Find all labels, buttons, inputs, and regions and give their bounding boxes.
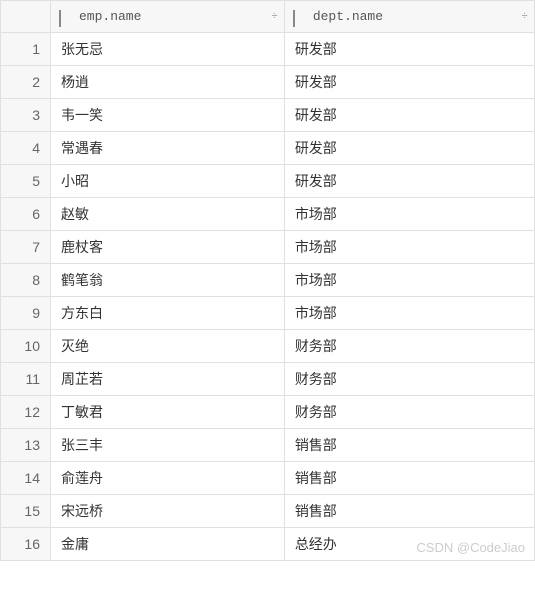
column-label: dept.name <box>313 9 383 24</box>
cell-dept-name[interactable]: 研发部 <box>284 66 534 99</box>
cell-dept-name[interactable]: 市场部 <box>284 297 534 330</box>
table-row[interactable]: 15 宋远桥 销售部 <box>1 495 535 528</box>
table-row[interactable]: 9 方东白 市场部 <box>1 297 535 330</box>
table-row[interactable]: 10 灭绝 财务部 <box>1 330 535 363</box>
column-label: emp.name <box>79 9 141 24</box>
cell-emp-name[interactable]: 丁敏君 <box>51 396 285 429</box>
cell-emp-name[interactable]: 金庸 <box>51 528 285 561</box>
cell-dept-name[interactable]: 销售部 <box>284 429 534 462</box>
cell-emp-name[interactable]: 周芷若 <box>51 363 285 396</box>
table-row[interactable]: 6 赵敏 市场部 <box>1 198 535 231</box>
table-row[interactable]: 2 杨逍 研发部 <box>1 66 535 99</box>
rownum-cell[interactable]: 6 <box>1 198 51 231</box>
cell-emp-name[interactable]: 赵敏 <box>51 198 285 231</box>
cell-emp-name[interactable]: 张三丰 <box>51 429 285 462</box>
table-row[interactable]: 12 丁敏君 财务部 <box>1 396 535 429</box>
cell-dept-name[interactable]: 财务部 <box>284 330 534 363</box>
table-row[interactable]: 1 张无忌 研发部 <box>1 33 535 66</box>
cell-dept-name[interactable]: 总经办 <box>284 528 534 561</box>
rownum-cell[interactable]: 1 <box>1 33 51 66</box>
cell-dept-name[interactable]: 销售部 <box>284 462 534 495</box>
rownum-cell[interactable]: 9 <box>1 297 51 330</box>
cell-emp-name[interactable]: 韦一笑 <box>51 99 285 132</box>
table-row[interactable]: 7 鹿杖客 市场部 <box>1 231 535 264</box>
cell-dept-name[interactable]: 研发部 <box>284 165 534 198</box>
cell-emp-name[interactable]: 灭绝 <box>51 330 285 363</box>
rownum-cell[interactable]: 10 <box>1 330 51 363</box>
table-row[interactable]: 13 张三丰 销售部 <box>1 429 535 462</box>
rownum-cell[interactable]: 16 <box>1 528 51 561</box>
rownum-cell[interactable]: 7 <box>1 231 51 264</box>
table-row[interactable]: 14 俞莲舟 销售部 <box>1 462 535 495</box>
cell-dept-name[interactable]: 市场部 <box>284 198 534 231</box>
cell-dept-name[interactable]: 财务部 <box>284 396 534 429</box>
sort-icon[interactable]: ÷ <box>271 11 278 23</box>
rownum-cell[interactable]: 3 <box>1 99 51 132</box>
cell-emp-name[interactable]: 张无忌 <box>51 33 285 66</box>
cell-emp-name[interactable]: 方东白 <box>51 297 285 330</box>
cell-emp-name[interactable]: 鹤笔翁 <box>51 264 285 297</box>
result-grid: emp.name ÷ dept.name ÷ 1 张无忌 研发部 2 杨逍 研发… <box>0 0 535 561</box>
table-row[interactable]: 16 金庸 总经办 <box>1 528 535 561</box>
cell-emp-name[interactable]: 常遇春 <box>51 132 285 165</box>
cell-emp-name[interactable]: 鹿杖客 <box>51 231 285 264</box>
cell-dept-name[interactable]: 研发部 <box>284 132 534 165</box>
rownum-header[interactable] <box>1 1 51 33</box>
cell-dept-name[interactable]: 研发部 <box>284 99 534 132</box>
header-row: emp.name ÷ dept.name ÷ <box>1 1 535 33</box>
cell-emp-name[interactable]: 杨逍 <box>51 66 285 99</box>
cell-dept-name[interactable]: 销售部 <box>284 495 534 528</box>
cell-dept-name[interactable]: 研发部 <box>284 33 534 66</box>
rownum-cell[interactable]: 8 <box>1 264 51 297</box>
cell-emp-name[interactable]: 小昭 <box>51 165 285 198</box>
rownum-cell[interactable]: 15 <box>1 495 51 528</box>
cell-dept-name[interactable]: 市场部 <box>284 231 534 264</box>
table-row[interactable]: 5 小昭 研发部 <box>1 165 535 198</box>
column-header-emp-name[interactable]: emp.name ÷ <box>51 1 285 33</box>
cell-emp-name[interactable]: 俞莲舟 <box>51 462 285 495</box>
cell-emp-name[interactable]: 宋远桥 <box>51 495 285 528</box>
cell-dept-name[interactable]: 市场部 <box>284 264 534 297</box>
cell-dept-name[interactable]: 财务部 <box>284 363 534 396</box>
table-row[interactable]: 3 韦一笑 研发部 <box>1 99 535 132</box>
table-row[interactable]: 8 鹤笔翁 市场部 <box>1 264 535 297</box>
rownum-cell[interactable]: 4 <box>1 132 51 165</box>
rownum-cell[interactable]: 5 <box>1 165 51 198</box>
table-row[interactable]: 4 常遇春 研发部 <box>1 132 535 165</box>
table-column-icon <box>59 11 73 23</box>
rownum-cell[interactable]: 2 <box>1 66 51 99</box>
sort-icon[interactable]: ÷ <box>521 11 528 23</box>
rownum-cell[interactable]: 12 <box>1 396 51 429</box>
table-column-icon <box>293 11 307 23</box>
rownum-cell[interactable]: 11 <box>1 363 51 396</box>
table-row[interactable]: 11 周芷若 财务部 <box>1 363 535 396</box>
rownum-cell[interactable]: 13 <box>1 429 51 462</box>
column-header-dept-name[interactable]: dept.name ÷ <box>284 1 534 33</box>
rownum-cell[interactable]: 14 <box>1 462 51 495</box>
